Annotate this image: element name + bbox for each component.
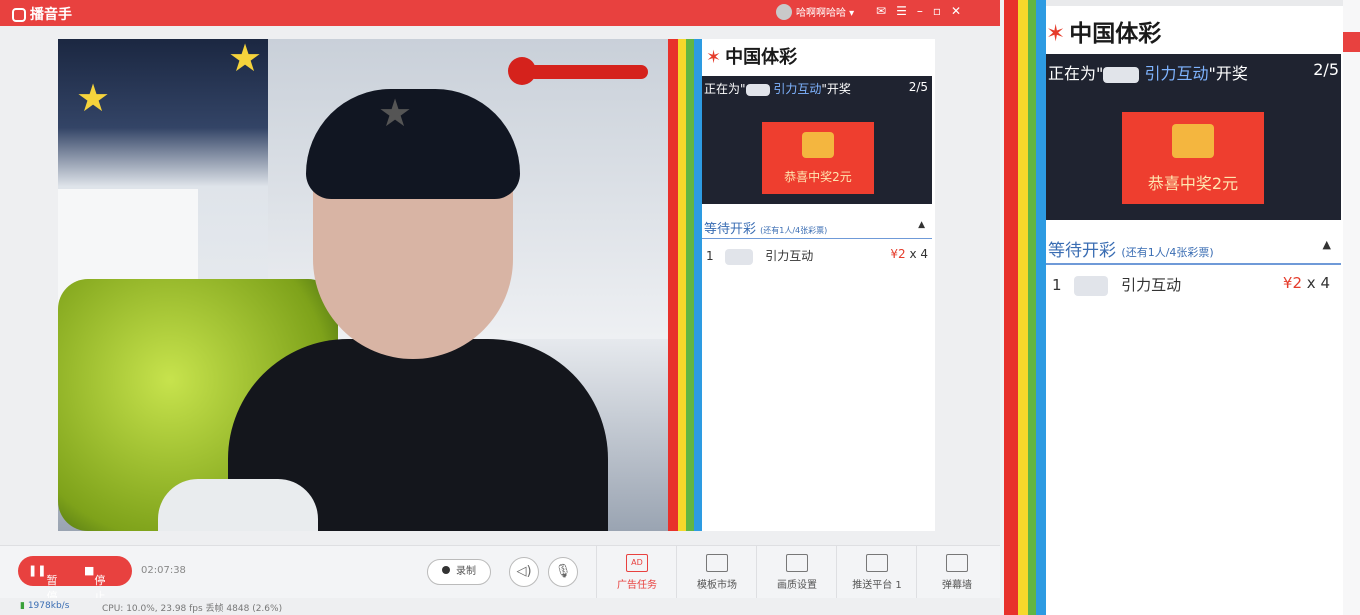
collapse-icon[interactable]: ▲ <box>918 220 925 230</box>
waiting-heading: 等待开彩 (还有1人/4张彩票) <box>704 222 828 237</box>
prize-card-large: 恭喜中奖2元 <box>1122 112 1264 204</box>
rainbow-border <box>668 39 702 531</box>
prize-card: 恭喜中奖2元 <box>762 122 874 194</box>
speaker-icon[interactable]: ◁) <box>509 557 539 587</box>
maximize-icon[interactable]: ▫ <box>933 4 951 18</box>
star-icon: ★ <box>378 91 413 135</box>
queue-row-large: 1 引力互动 ¥2 x 4 <box>1052 274 1330 296</box>
user-menu[interactable]: 哈啊啊哈哈 ▾ <box>776 4 854 20</box>
user-name: 哈啊啊哈哈 <box>796 8 846 19</box>
draw-panel: 正在为" 引力互动"开奖 2/5 恭喜中奖2元 <box>702 76 932 204</box>
rainbow-border-large <box>1004 0 1046 615</box>
waiting-heading-large: 等待开彩 (还有1人/4张彩票) <box>1048 241 1214 261</box>
stream-timer: 02:07:38 <box>141 565 186 576</box>
stream-controls: ❚❚ 暂停 ■ 停止 <box>18 556 132 603</box>
brand-title-large: ✶ 中国体彩 <box>1046 21 1162 47</box>
draw-progress: 2/5 <box>908 80 928 94</box>
bottom-toolbar: ❚❚ 暂停 ■ 停止 02:07:38 录制 ◁) 🎙 AD 广告任务 模板市场 … <box>0 545 1000 603</box>
monitor-icon <box>786 554 808 572</box>
app-logo: 播音手 <box>12 4 72 24</box>
lottery-star-icon: ✶ <box>1046 21 1066 47</box>
lottery-star-icon: ✶ <box>706 47 722 68</box>
signal-icon: ▮ <box>20 601 25 611</box>
collapse-icon[interactable]: ▲ <box>1323 238 1331 251</box>
live-sticker <box>508 57 648 85</box>
draw-progress-large: 2/5 <box>1313 60 1339 79</box>
danmaku-icon <box>946 554 968 572</box>
avatar <box>776 4 792 20</box>
bandwidth-indicator: ▮ 1978kb/s <box>20 601 70 611</box>
close-icon[interactable]: ✕ <box>951 4 971 18</box>
status-bar: ▮ 1978kb/s CPU: 10.0%, 23.98 fps 丢帧 4848… <box>0 598 1000 615</box>
ad-icon: AD <box>626 554 648 572</box>
lottery-overlay-small: ✶ 中国体彩 正在为" 引力互动"开奖 2/5 恭喜中奖2元 等待开彩 (还有1人… <box>702 39 935 531</box>
tool-push-platform[interactable]: 推送平台 1 <box>836 546 917 598</box>
tool-quality-settings[interactable]: 画质设置 <box>756 546 837 598</box>
lottery-overlay-large: ✶ 中国体彩 正在为" 引力互动"开奖 2/5 恭喜中奖2元 等待开彩 (还有1人… <box>1046 6 1343 615</box>
performance-stats: CPU: 10.0%, 23.98 fps 丢帧 4848 (2.6%) <box>102 604 283 614</box>
record-button[interactable]: 录制 <box>427 559 491 585</box>
brand-title: ✶ 中国体彩 <box>706 47 798 68</box>
draw-panel-large: 正在为" 引力互动"开奖 2/5 恭喜中奖2元 <box>1046 54 1341 220</box>
app-name: 播音手 <box>30 7 72 23</box>
main-panel: ★ ★ ★ ✶ 中国体彩 正在为" 引力互动"开奖 2/5 恭喜中奖2元 等待开彩… <box>0 26 1000 615</box>
stop-button[interactable]: ■ 停止 <box>84 564 105 603</box>
tool-template-market[interactable]: 模板市场 <box>676 546 757 598</box>
camera-preview: ★ ★ ★ <box>58 39 668 531</box>
menu-icon[interactable]: ☰ <box>896 4 917 18</box>
star-icon: ★ <box>76 76 111 120</box>
minimize-icon[interactable]: – <box>917 4 933 18</box>
window-controls: ✉☰–▫✕ <box>876 4 971 18</box>
tool-danmaku-wall[interactable]: 弹幕墙 <box>916 546 997 598</box>
microphone-icon[interactable]: 🎙 <box>548 557 578 587</box>
star-icon: ★ <box>228 39 263 80</box>
template-icon <box>706 554 728 572</box>
tool-ad-tasks[interactable]: AD 广告任务 <box>596 546 677 598</box>
queue-row: 1 引力互动 ¥2 x 4 <box>706 247 928 265</box>
broadcast-icon <box>866 554 888 572</box>
title-bar: 播音手 哈啊啊哈哈 ▾ ✉☰–▫✕ <box>0 0 1000 26</box>
background-window-edge <box>1343 0 1360 615</box>
pause-button[interactable]: ❚❚ 暂停 <box>28 564 57 603</box>
mail-icon[interactable]: ✉ <box>876 4 896 18</box>
